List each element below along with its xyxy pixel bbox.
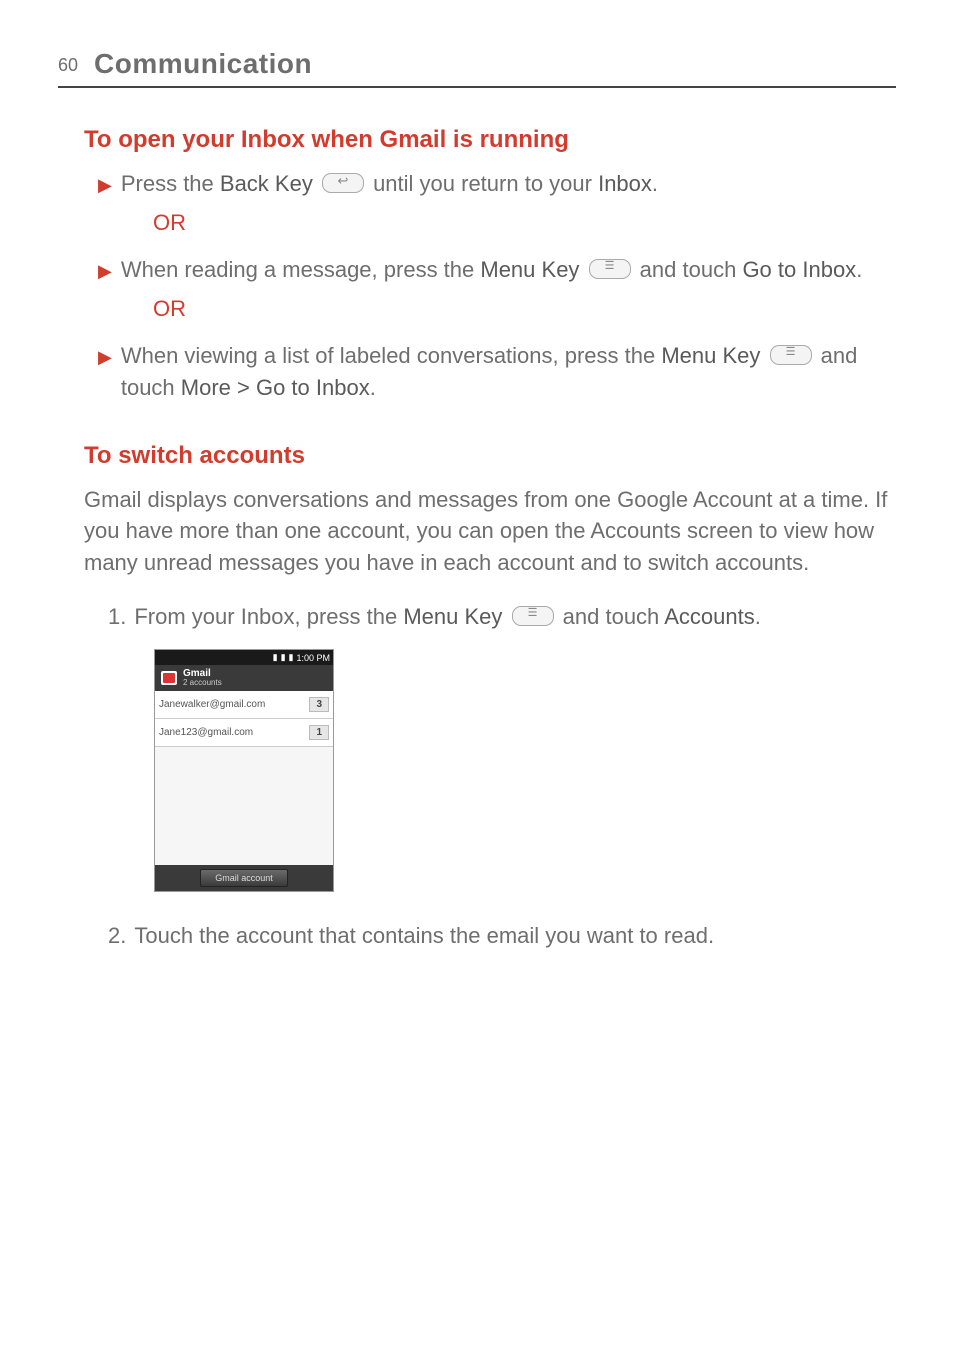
chapter-title: Communication [94,48,312,80]
text-fragment: When viewing a list of labeled conversat… [121,343,662,368]
more-go-to-inbox-label: More > Go to Inbox [181,375,370,400]
menu-key-label: Menu Key [403,604,502,629]
account-email: Janewalker@gmail.com [159,699,265,710]
phone-app-header: Gmail 2 accounts [155,665,333,691]
text-fragment: until you return to your [367,171,598,196]
battery-icon: ▮ [289,652,294,663]
step-1: 1. From your Inbox, press the Menu Key a… [108,601,896,633]
step-text: Touch the account that contains the emai… [134,920,896,952]
account-row-2[interactable]: Jane123@gmail.com 1 [155,719,333,747]
bullet-menu-key-reading: ▶ When reading a message, press the Menu… [98,254,896,286]
text-fragment: . [652,171,658,196]
section-heading-open-inbox: To open your Inbox when Gmail is running [58,126,896,154]
text-fragment: . [370,375,376,400]
gmail-icon [161,671,177,685]
step-2: 2. Touch the account that contains the e… [108,920,896,952]
account-email: Jane123@gmail.com [159,727,253,738]
unread-badge: 1 [309,725,329,740]
text-fragment: and touch [634,257,743,282]
phone-bottom-bar: Gmail account [155,865,333,891]
bullet-text: When viewing a list of labeled conversat… [121,340,896,404]
switch-accounts-paragraph: Gmail displays conversations and message… [58,484,896,580]
bullet-marker-icon: ▶ [98,344,112,370]
step-number: 2. [108,920,126,952]
step-number: 1. [108,601,126,633]
or-separator: OR [153,296,896,322]
app-header-text: Gmail 2 accounts [183,668,222,688]
text-fragment: Press the [121,171,220,196]
menu-key-icon [512,606,554,626]
bullet-menu-key-labeled: ▶ When viewing a list of labeled convers… [98,340,896,404]
bullet-text: When reading a message, press the Menu K… [121,254,896,286]
gmail-account-button[interactable]: Gmail account [200,869,288,887]
phone-status-bar: ▮ ▮ ▮ 1:00 PM [155,650,333,665]
bullet-marker-icon: ▶ [98,258,112,284]
or-separator: OR [153,210,896,236]
inbox-label: Inbox [598,171,652,196]
text-fragment: . [856,257,862,282]
page-number: 60 [58,55,78,76]
back-key-label: Back Key [220,171,313,196]
app-subtitle: 2 accounts [183,679,222,688]
signal-3g-icon: ▮ [273,652,278,663]
phone-empty-area [155,747,333,865]
text-fragment: . [755,604,761,629]
bullet-back-key: ▶ Press the Back Key until you return to… [98,168,896,200]
menu-key-label: Menu Key [661,343,760,368]
text-fragment: and touch [557,604,665,629]
go-to-inbox-label: Go to Inbox [742,257,856,282]
menu-key-icon [770,345,812,365]
text-fragment: When reading a message, press the [121,257,481,282]
back-key-icon [322,173,364,193]
status-time: 1:00 PM [296,653,330,663]
signal-bars-icon: ▮ [281,652,286,663]
step-text: From your Inbox, press the Menu Key and … [134,601,896,633]
text-fragment: From your Inbox, press the [134,604,403,629]
account-row-1[interactable]: Janewalker@gmail.com 3 [155,691,333,719]
menu-key-icon [589,259,631,279]
unread-badge: 3 [309,697,329,712]
section-heading-switch-accounts: To switch accounts [58,442,896,470]
accounts-label: Accounts [664,604,755,629]
bullet-text: Press the Back Key until you return to y… [121,168,896,200]
bullet-marker-icon: ▶ [98,172,112,198]
page-header: 60 Communication [58,48,896,88]
menu-key-label: Menu Key [480,257,579,282]
accounts-screenshot: ▮ ▮ ▮ 1:00 PM Gmail 2 accounts Janewalke… [154,649,334,892]
